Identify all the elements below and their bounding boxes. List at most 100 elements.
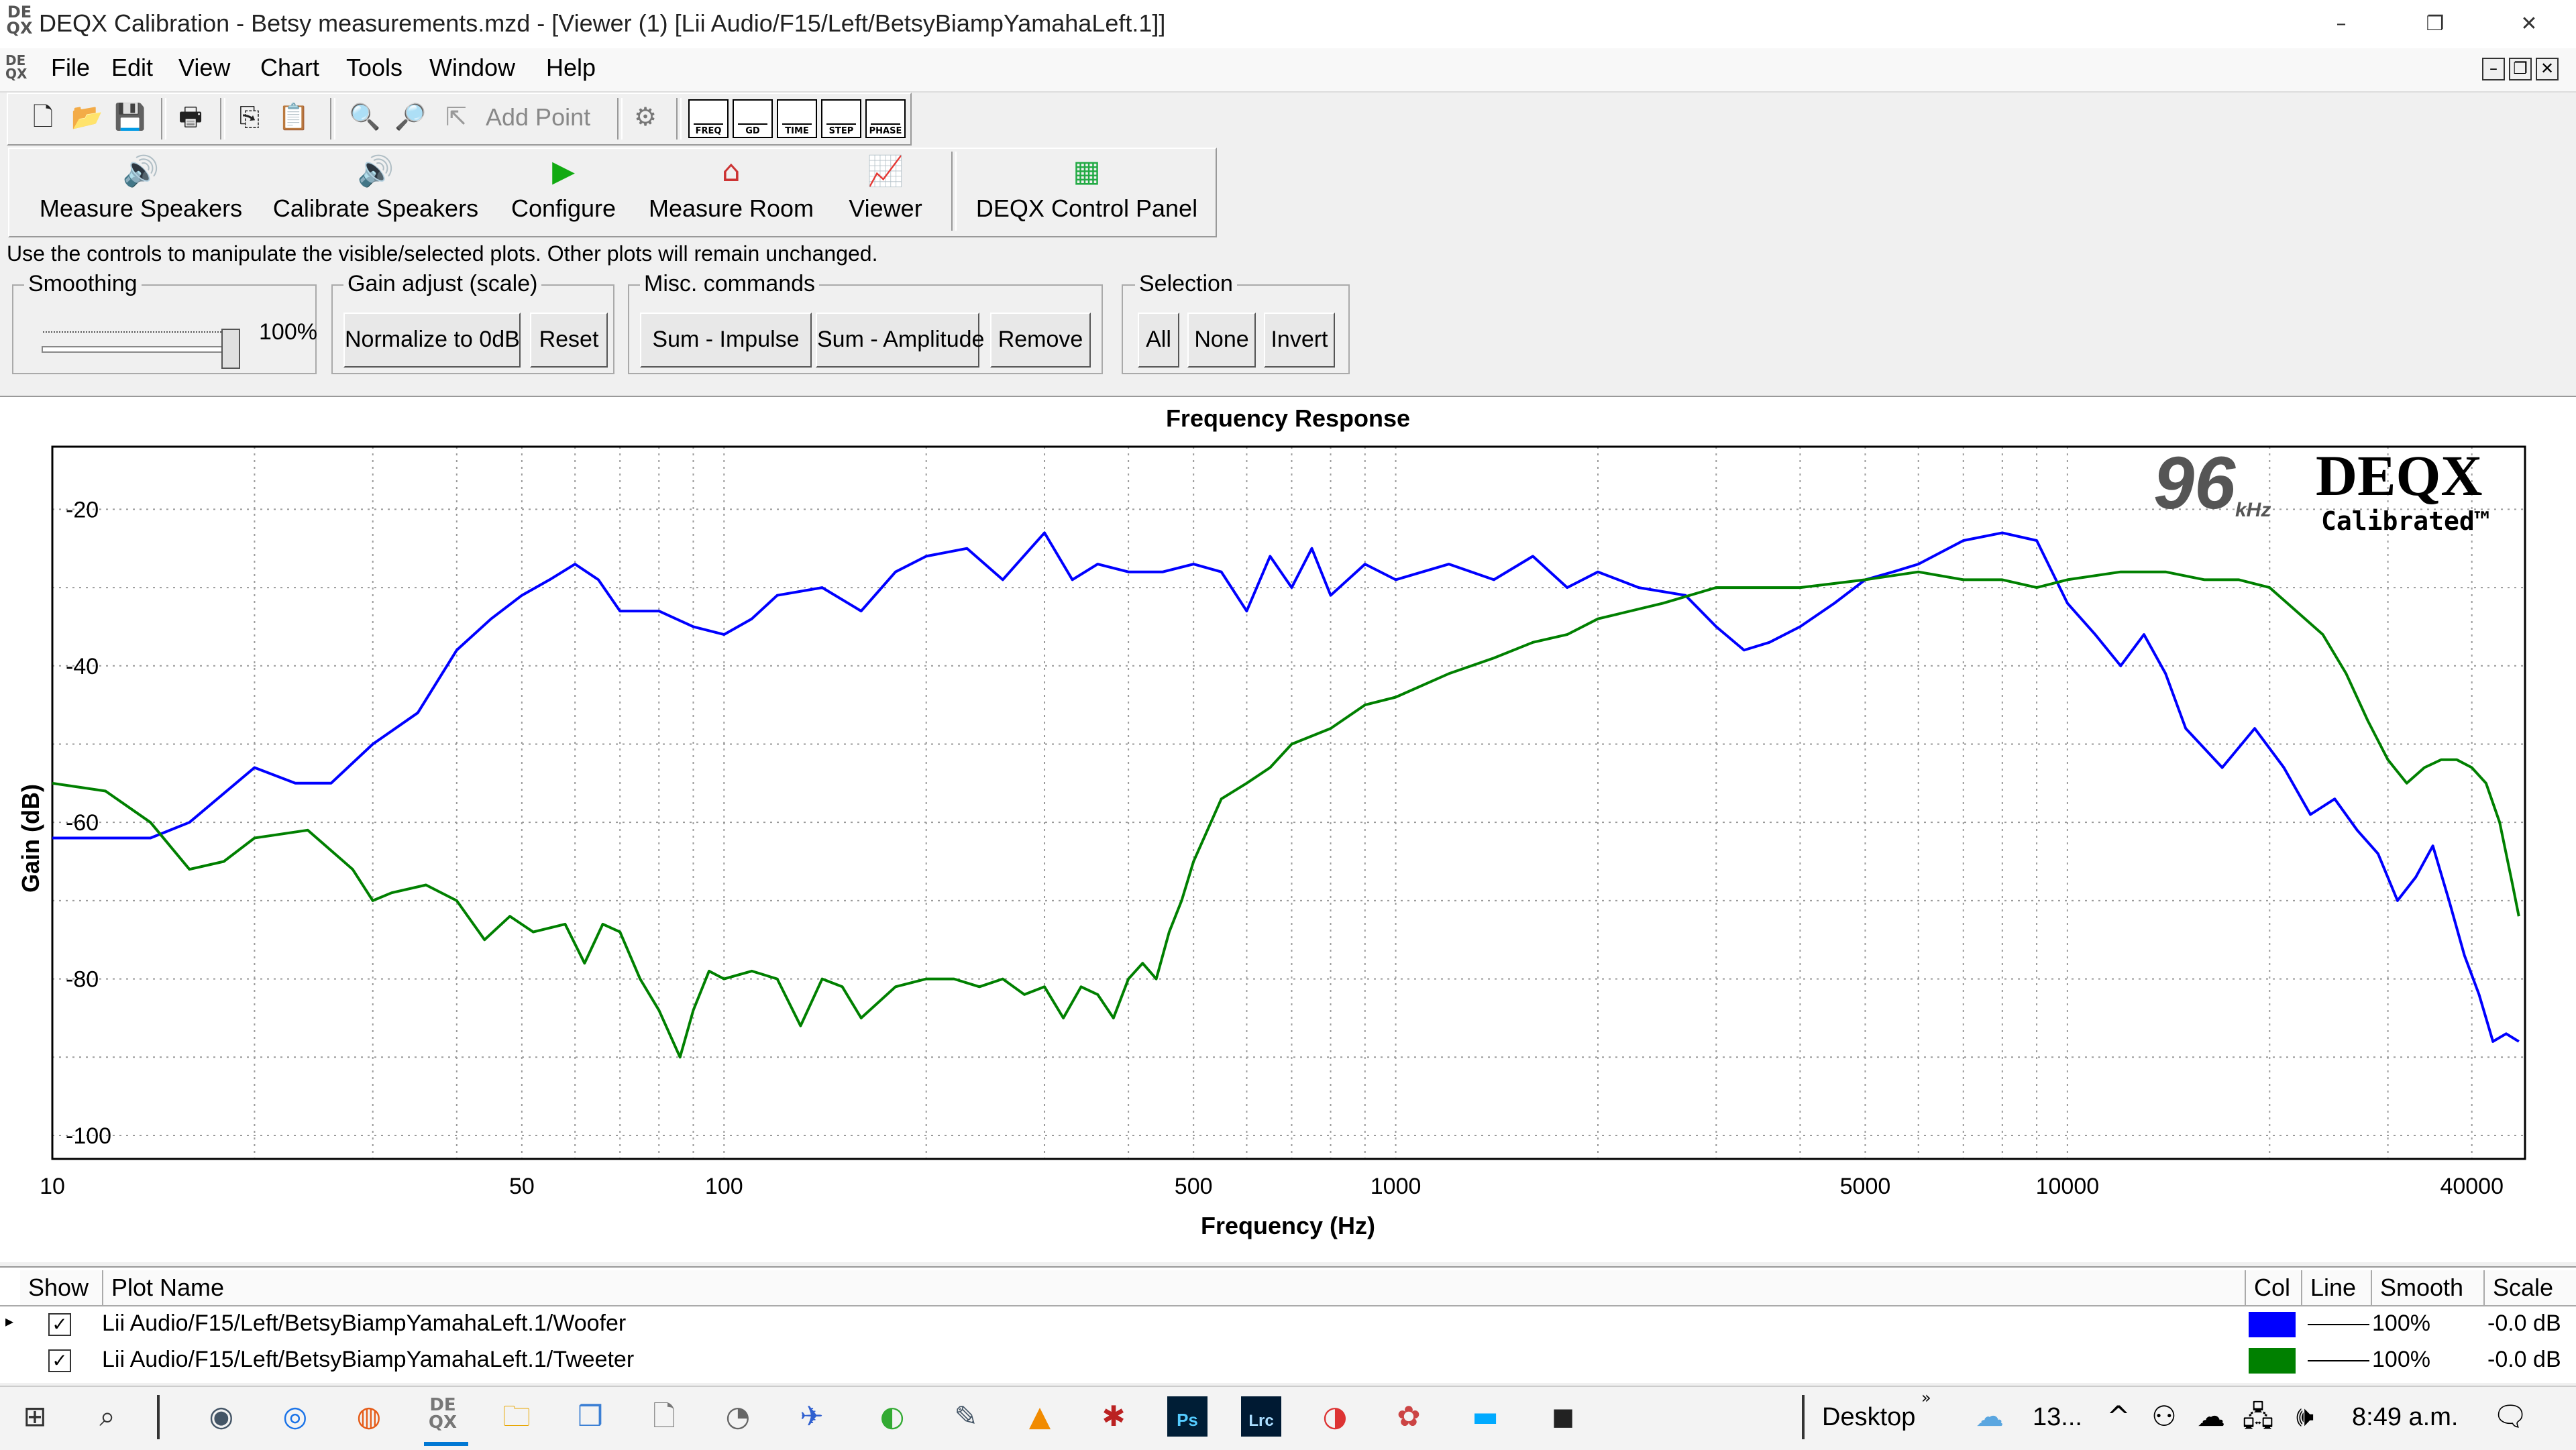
print-icon[interactable]: 🖶 bbox=[174, 101, 207, 133]
col-header-show[interactable]: Show bbox=[20, 1270, 103, 1305]
app-icon-1[interactable]: ◉ bbox=[201, 1396, 241, 1437]
mdi-restore-icon[interactable]: ❐ bbox=[2509, 58, 2532, 80]
app-icon-5[interactable]: ◑ bbox=[1315, 1396, 1355, 1437]
measure-room-button[interactable]: ⌂ Measure Room bbox=[644, 152, 818, 231]
line-style-tweeter[interactable] bbox=[2308, 1360, 2369, 1361]
deqx-taskbar-icon[interactable]: DE QX bbox=[423, 1396, 463, 1437]
step-view-button[interactable]: STEP bbox=[821, 99, 861, 138]
smoothing-slider-track[interactable] bbox=[42, 346, 239, 353]
menu-chart[interactable]: Chart bbox=[260, 54, 319, 82]
search-icon[interactable]: ⌕ bbox=[87, 1396, 127, 1437]
paste-icon[interactable]: 📋 bbox=[278, 101, 310, 133]
lightroom-icon[interactable]: Lrc bbox=[1241, 1396, 1281, 1437]
copy-icon[interactable]: ⎘ bbox=[233, 101, 266, 133]
app-icon-8[interactable]: ◼ bbox=[1543, 1396, 1583, 1437]
edit-app-icon[interactable]: ✎ bbox=[946, 1396, 986, 1437]
configure-button[interactable]: ▶ Configure bbox=[503, 152, 624, 231]
photoshop-icon[interactable]: Ps bbox=[1167, 1396, 1208, 1437]
zoom-in-icon[interactable]: 🔎 bbox=[394, 101, 427, 133]
document-icon[interactable]: 🗋 bbox=[644, 1396, 684, 1437]
weather-text[interactable]: 13... bbox=[2033, 1403, 2082, 1432]
app-icon-7[interactable]: ▬ bbox=[1465, 1396, 1505, 1437]
col-header-smooth[interactable]: Smooth bbox=[2372, 1270, 2485, 1305]
browser-icon[interactable]: ◎ bbox=[275, 1396, 315, 1437]
col-header-line[interactable]: Line bbox=[2302, 1270, 2372, 1305]
measure-speakers-button[interactable]: 🔊 Measure Speakers bbox=[34, 152, 248, 231]
y-tick-label: -60 bbox=[66, 810, 99, 836]
app-icon-3[interactable]: ◐ bbox=[872, 1396, 912, 1437]
firefox-icon[interactable]: ◍ bbox=[349, 1396, 389, 1437]
col-header-plot-name[interactable]: Plot Name bbox=[103, 1270, 2246, 1305]
time-view-button[interactable]: TIME bbox=[777, 99, 817, 138]
mdi-app-icon: DE QX bbox=[5, 52, 28, 82]
vlc-icon[interactable]: ▲ bbox=[1020, 1396, 1060, 1437]
toolbar-separator bbox=[617, 98, 623, 140]
remove-button[interactable]: Remove bbox=[990, 313, 1091, 368]
volume-icon[interactable]: 🕪 bbox=[2285, 1396, 2325, 1437]
open-folder-icon[interactable]: 📂 bbox=[71, 101, 103, 133]
chevron-up-icon[interactable]: ^ bbox=[2098, 1396, 2139, 1437]
badge-rate: 96 bbox=[2153, 442, 2236, 524]
zoom-out-icon[interactable]: 🔍 bbox=[349, 101, 381, 133]
menu-tools[interactable]: Tools bbox=[346, 54, 402, 82]
app-icon: DE QX bbox=[6, 3, 33, 38]
measure-speakers-icon: 🔊 bbox=[122, 154, 160, 188]
chevron-right-icon[interactable]: » bbox=[1921, 1388, 1931, 1407]
line-style-woofer[interactable] bbox=[2308, 1324, 2369, 1325]
notifications-icon[interactable]: 🗨 bbox=[2490, 1396, 2530, 1437]
app-icon-2[interactable]: ❒ bbox=[570, 1396, 610, 1437]
menu-window[interactable]: Window bbox=[429, 54, 515, 82]
select-all-button[interactable]: All bbox=[1138, 313, 1179, 368]
restore-icon[interactable]: ❐ bbox=[2395, 0, 2475, 48]
menu-help[interactable]: Help bbox=[546, 54, 596, 82]
freq-view-button[interactable]: FREQ bbox=[688, 99, 729, 138]
calibrate-speakers-button[interactable]: 🔊 Calibrate Speakers bbox=[268, 152, 483, 231]
measure-tool-icon[interactable]: ⚙ bbox=[629, 101, 661, 133]
mdi-close-icon[interactable]: ✕ bbox=[2536, 58, 2559, 80]
color-swatch-tweeter[interactable] bbox=[2249, 1348, 2296, 1374]
app-icon-4[interactable]: ✱ bbox=[1093, 1396, 1134, 1437]
select-invert-button[interactable]: Invert bbox=[1264, 313, 1335, 368]
save-icon[interactable]: 💾 bbox=[114, 101, 146, 133]
minimize-icon[interactable]: – bbox=[2301, 0, 2381, 48]
clock-app-icon[interactable]: ◔ bbox=[718, 1396, 758, 1437]
select-none-button[interactable]: None bbox=[1187, 313, 1256, 368]
smoothing-slider-thumb[interactable] bbox=[221, 329, 240, 369]
close-icon[interactable]: ✕ bbox=[2489, 0, 2569, 48]
cloud-icon[interactable]: ☁ bbox=[2191, 1396, 2231, 1437]
weather-icon[interactable]: ☁ bbox=[1970, 1396, 2010, 1437]
color-swatch-woofer[interactable] bbox=[2249, 1312, 2296, 1337]
show-checkbox-woofer[interactable]: ✓ bbox=[48, 1313, 71, 1336]
menu-file[interactable]: File bbox=[51, 54, 90, 82]
menu-view[interactable]: View bbox=[178, 54, 230, 82]
y-tick-label: -80 bbox=[66, 967, 99, 993]
col-header-scale[interactable]: Scale bbox=[2485, 1270, 2576, 1305]
sum-impulse-button[interactable]: Sum - Impulse bbox=[640, 313, 812, 368]
new-file-icon[interactable]: 🗋 bbox=[27, 101, 59, 133]
network-icon[interactable]: 🖧 bbox=[2238, 1396, 2278, 1437]
sum-amplitude-button[interactable]: Sum - Amplitude bbox=[816, 313, 984, 368]
clock[interactable]: 8:49 a.m. bbox=[2352, 1403, 2458, 1432]
cursor-icon[interactable]: ⇱ bbox=[440, 101, 472, 133]
deqx-control-panel-button[interactable]: ▦ DEQX Control Panel bbox=[966, 152, 1208, 231]
tray-icon-1[interactable]: ⚇ bbox=[2144, 1396, 2184, 1437]
deqx-badge: 96 kHz DEQX Calibrated™ bbox=[2153, 442, 2490, 536]
viewer-button[interactable]: 📈 Viewer bbox=[839, 152, 932, 231]
menu-edit[interactable]: Edit bbox=[111, 54, 153, 82]
list-header-divider bbox=[0, 1305, 2576, 1306]
col-header-col[interactable]: Col bbox=[2246, 1270, 2302, 1305]
desktop-toolbar[interactable]: Desktop bbox=[1822, 1403, 1915, 1432]
app-icon-6[interactable]: ✿ bbox=[1389, 1396, 1429, 1437]
windows-start-icon[interactable]: ⊞ bbox=[15, 1396, 55, 1437]
phase-view-button[interactable]: PHASE bbox=[865, 99, 906, 138]
mdi-minimize-icon[interactable]: – bbox=[2482, 58, 2505, 80]
play-icon: ▶ bbox=[552, 154, 575, 188]
gd-view-button[interactable]: GD bbox=[733, 99, 773, 138]
show-checkbox-tweeter[interactable]: ✓ bbox=[48, 1349, 71, 1372]
y-tick-label: -100 bbox=[66, 1123, 111, 1149]
add-point-button[interactable]: Add Point bbox=[486, 103, 590, 131]
plane-icon[interactable]: ✈ bbox=[792, 1396, 832, 1437]
reset-button[interactable]: Reset bbox=[530, 313, 608, 368]
normalize-button[interactable]: Normalize to 0dB bbox=[343, 313, 521, 368]
folder-icon[interactable]: 🗀 bbox=[496, 1396, 537, 1437]
